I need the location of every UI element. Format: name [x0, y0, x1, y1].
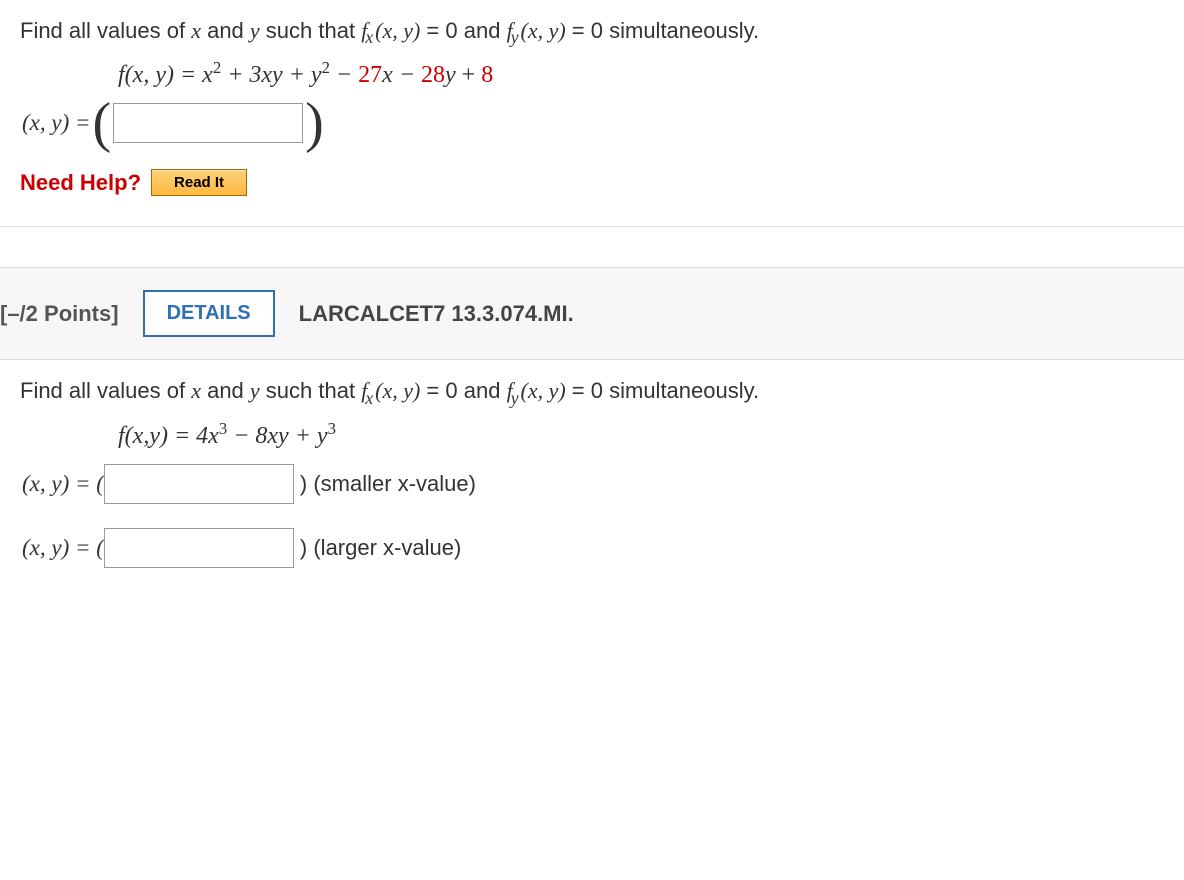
var-y: y	[250, 378, 260, 403]
text: Find all values of	[20, 18, 191, 43]
q2-answer-input-2[interactable]	[104, 528, 294, 568]
text: 4x	[196, 423, 219, 449]
answer-label: (x, y) =	[22, 110, 91, 136]
question-2-header: [–/2 Points] DETAILS LARCALCET7 13.3.074…	[0, 267, 1184, 360]
q1-prompt: Find all values of x and y such that fx(…	[20, 18, 1164, 48]
var-y: y	[250, 18, 260, 43]
q2-answer-row-1: (x, y) = ( ) (smaller x-value)	[20, 464, 1164, 504]
text: − 8xy +	[227, 423, 317, 449]
text: f(x, y) =	[118, 62, 202, 88]
q1-answer-input[interactable]	[113, 103, 303, 143]
text: = 0 and	[420, 18, 506, 43]
answer-label: (x, y) = (	[22, 471, 104, 497]
text: y	[311, 62, 322, 88]
text: and	[201, 18, 250, 43]
fx-symbol: fx(x, y)	[361, 378, 420, 403]
text: −	[330, 62, 358, 88]
exp: 2	[322, 58, 330, 77]
hint-smaller-x: ) (smaller x-value)	[300, 471, 476, 497]
exp: 3	[328, 419, 336, 438]
text: + 3xy +	[221, 62, 311, 88]
text: such that	[260, 18, 362, 43]
exp: 3	[219, 419, 227, 438]
details-button[interactable]: DETAILS	[143, 290, 275, 337]
q1-answer-row: (x, y) = ( )	[20, 103, 1164, 143]
text: −	[393, 62, 421, 88]
var-x: x	[191, 18, 201, 43]
text: x	[202, 62, 213, 88]
const-8: 8	[481, 62, 493, 88]
points-label: [–/2 Points]	[0, 301, 119, 327]
question-reference: LARCALCET7 13.3.074.MI.	[299, 301, 574, 327]
coef-28: 28	[421, 62, 445, 88]
q1-formula: f(x, y) = x2 + 3xy + y2 − 27x − 28y + 8	[118, 58, 1164, 89]
need-help-label: Need Help?	[20, 170, 141, 196]
var-x: x	[191, 378, 201, 403]
q2-formula: f(x,y) = 4x3 − 8xy + y3	[118, 419, 1164, 450]
coef-27: 27	[358, 62, 382, 88]
fy-symbol: fy(x, y)	[507, 378, 566, 403]
fy-symbol: fy(x, y)	[507, 18, 566, 43]
text: y	[317, 423, 328, 449]
text: = 0 and	[420, 378, 506, 403]
need-help-row: Need Help? Read It	[20, 169, 1164, 196]
q2-answer-input-1[interactable]	[104, 464, 294, 504]
read-it-button[interactable]: Read It	[151, 169, 247, 196]
fx-symbol: fx(x, y)	[361, 18, 420, 43]
question-1: Find all values of x and y such that fx(…	[0, 0, 1184, 227]
question-2: Find all values of x and y such that fx(…	[0, 360, 1184, 621]
text: = 0 simultaneously.	[566, 18, 759, 43]
q2-answer-row-2: (x, y) = ( ) (larger x-value)	[20, 528, 1164, 568]
text: Find all values of	[20, 378, 191, 403]
text: = 0 simultaneously.	[566, 378, 759, 403]
answer-label: (x, y) = (	[22, 535, 104, 561]
text: such that	[260, 378, 362, 403]
text: f(x,y) =	[118, 423, 196, 449]
exp: 2	[213, 58, 221, 77]
text: and	[201, 378, 250, 403]
hint-larger-x: ) (larger x-value)	[300, 535, 461, 561]
q2-prompt: Find all values of x and y such that fx(…	[20, 378, 1164, 408]
